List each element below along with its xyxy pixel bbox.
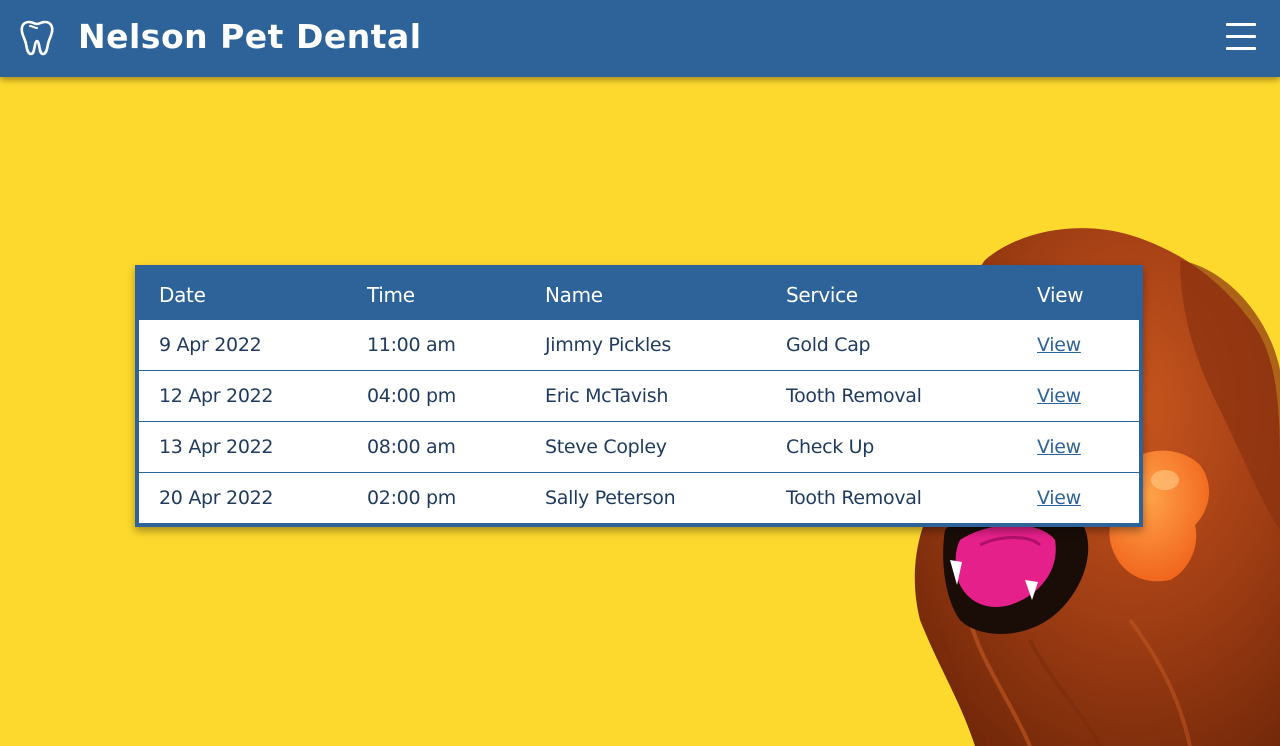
cell-date: 9 Apr 2022 bbox=[159, 334, 262, 356]
cell-date: 12 Apr 2022 bbox=[139, 370, 347, 422]
tooth-icon[interactable] bbox=[19, 19, 55, 57]
cell-date: 20 Apr 2022 bbox=[139, 472, 347, 523]
cell-name: Steve Copley bbox=[525, 421, 766, 473]
hamburger-menu-icon[interactable] bbox=[1222, 20, 1260, 54]
cell-name: Jimmy Pickles bbox=[545, 334, 671, 356]
column-header-date: Date bbox=[159, 282, 206, 307]
menu-bar bbox=[1226, 47, 1256, 50]
site-title[interactable]: Nelson Pet Dental bbox=[78, 16, 422, 58]
top-navbar: Nelson Pet Dental bbox=[0, 0, 1280, 77]
column-header-time: Time bbox=[367, 282, 415, 307]
column-header-name: Name bbox=[545, 282, 603, 307]
view-link[interactable]: View bbox=[1037, 385, 1081, 407]
cell-service: Gold Cap bbox=[786, 334, 871, 356]
table-row: 20 Apr 2022 02:00 pm Sally Peterson Toot… bbox=[139, 472, 1139, 523]
table-row: 9 Apr 2022 11:00 am Jimmy Pickles Gold C… bbox=[139, 320, 1139, 371]
cell-view: View bbox=[1017, 370, 1139, 422]
cell-time: 04:00 pm bbox=[347, 370, 525, 422]
cell-name: Sally Peterson bbox=[525, 472, 766, 523]
menu-bar bbox=[1226, 35, 1256, 38]
table-row: 12 Apr 2022 04:00 pm Eric McTavish Tooth… bbox=[139, 370, 1139, 422]
table-header-row: Date Time Name Service View bbox=[139, 269, 1139, 320]
appointments-table: Date Time Name Service View 9 Apr 2022 1… bbox=[135, 265, 1143, 527]
cell-view: View bbox=[1017, 320, 1139, 371]
cell-time: 08:00 am bbox=[347, 421, 525, 473]
column-header-view: View bbox=[1037, 282, 1084, 307]
cell-date: 13 Apr 2022 bbox=[139, 421, 347, 473]
menu-bar bbox=[1226, 23, 1256, 26]
cell-service: Tooth Removal bbox=[766, 472, 1017, 523]
cell-name: Eric McTavish bbox=[525, 370, 766, 422]
cell-view: View bbox=[1017, 421, 1139, 473]
cell-service: Check Up bbox=[766, 421, 1017, 473]
cell-time: 11:00 am bbox=[367, 334, 456, 356]
cell-view: View bbox=[1017, 472, 1139, 523]
cell-service: Tooth Removal bbox=[766, 370, 1017, 422]
view-link[interactable]: View bbox=[1037, 334, 1081, 356]
cell-time: 02:00 pm bbox=[347, 472, 525, 523]
table-row: 13 Apr 2022 08:00 am Steve Copley Check … bbox=[139, 421, 1139, 473]
column-header-service: Service bbox=[786, 282, 858, 307]
view-link[interactable]: View bbox=[1037, 436, 1081, 458]
view-link[interactable]: View bbox=[1037, 487, 1081, 509]
